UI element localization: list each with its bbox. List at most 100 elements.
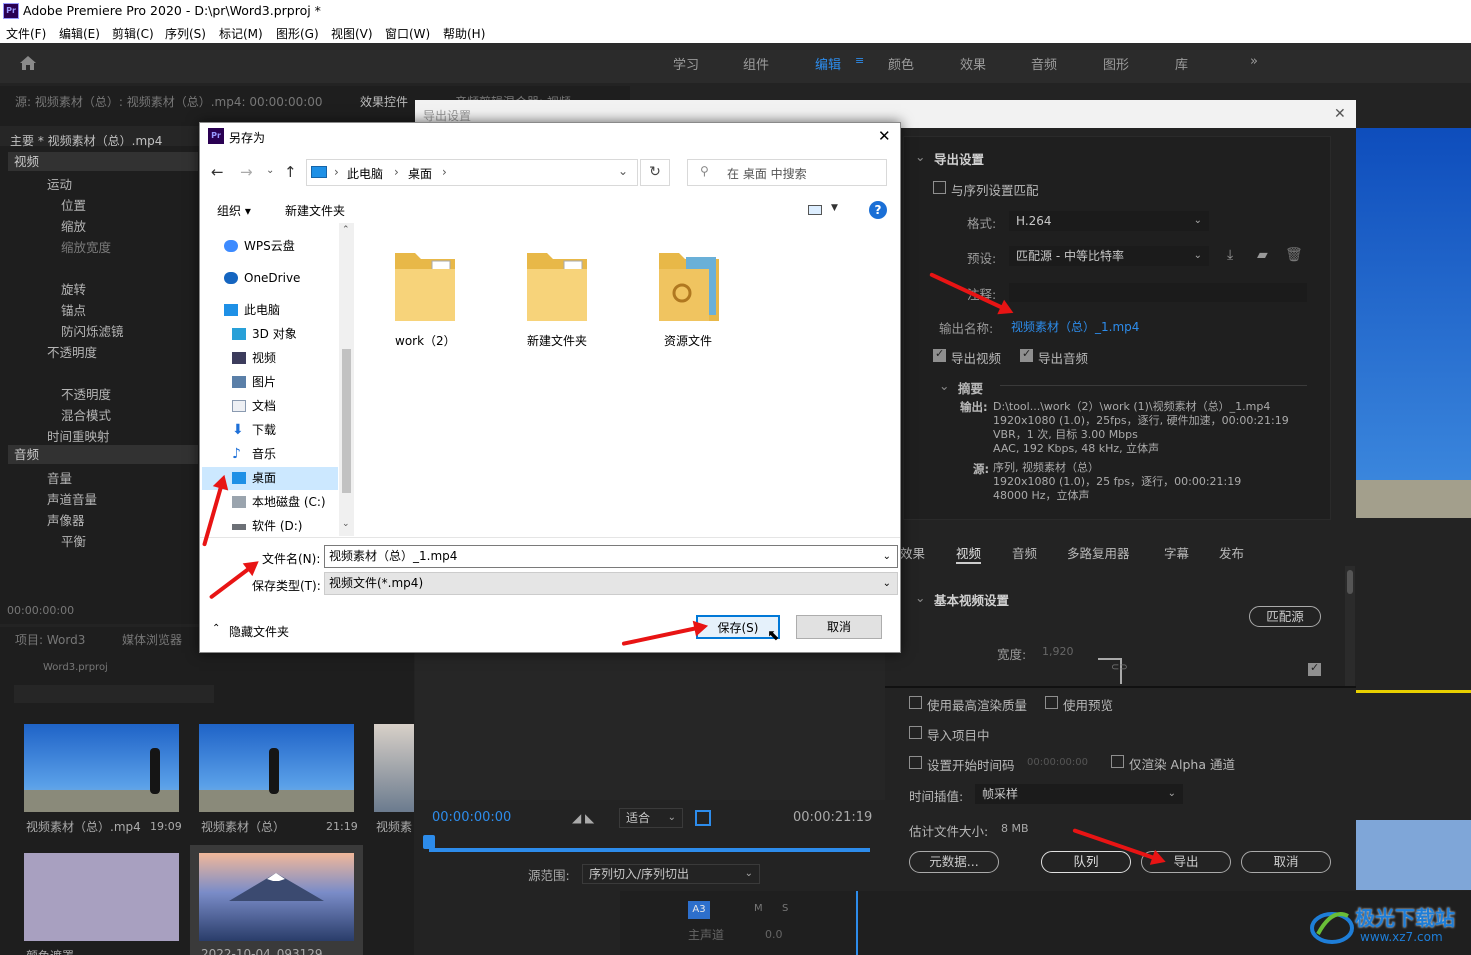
width-value[interactable]: 1,920 — [1042, 645, 1074, 658]
preset-dropdown[interactable]: 匹配源 - 中等比特率 ⌄ — [1009, 246, 1209, 266]
view-options-icon[interactable] — [808, 205, 822, 215]
export-playhead-handle[interactable] — [423, 835, 435, 849]
tab-effects[interactable]: 效果 — [900, 543, 925, 562]
export-audio-checkbox[interactable] — [1020, 347, 1033, 362]
refresh-icon[interactable]: ↻ — [640, 159, 670, 186]
effect-anti-flicker[interactable]: 防闪烁滤镜 — [61, 321, 124, 340]
export-timecode-start[interactable]: 00:00:00:00 — [432, 810, 511, 825]
match-sequence-checkbox[interactable] — [933, 181, 946, 194]
format-dropdown[interactable]: H.264 ⌄ — [1009, 211, 1209, 231]
new-folder-button[interactable]: 新建文件夹 — [285, 202, 345, 219]
address-dropdown-icon[interactable]: ⌄ — [618, 164, 628, 178]
tab-video[interactable]: 视频 — [956, 543, 982, 564]
match-source-button[interactable]: 匹配源 — [1249, 606, 1321, 627]
queue-button[interactable]: 队列 — [1041, 851, 1131, 873]
menu-clip[interactable]: 剪辑(C) — [112, 25, 154, 42]
hide-folders-toggle[interactable]: 隐藏文件夹 — [229, 623, 289, 640]
folder-name[interactable]: work（2） — [395, 332, 456, 349]
nav-software-d[interactable]: 软件 (D:) — [202, 515, 338, 538]
folder-icon[interactable] — [524, 245, 590, 323]
project-thumb-4[interactable] — [24, 853, 179, 941]
tab-publish[interactable]: 发布 — [1219, 543, 1244, 562]
clip-selector[interactable]: 主要 * 视频素材（总）.mp4 — [10, 132, 162, 149]
search-input[interactable]: ⚲ 在 桌面 中搜索 — [687, 159, 887, 186]
organize-menu[interactable]: 组织 ▾ — [217, 202, 251, 219]
menu-window[interactable]: 窗口(W) — [385, 25, 430, 42]
effect-panner[interactable]: 声像器 — [47, 510, 85, 529]
playhead[interactable] — [856, 891, 858, 955]
summary-collapse-icon[interactable]: ⌄ — [939, 378, 949, 393]
cancel-button[interactable]: 取消 — [796, 615, 882, 639]
folder-name[interactable]: 新建文件夹 — [527, 332, 587, 349]
folder-name[interactable]: 资源文件 — [664, 332, 712, 349]
folder-icon[interactable] — [392, 245, 458, 323]
effect-opacity[interactable]: 不透明度 — [47, 342, 97, 361]
nav-pictures[interactable]: 图片 — [202, 371, 338, 394]
nav-videos[interactable]: 视频 — [202, 347, 338, 370]
view-dropdown-icon[interactable]: ▼ — [831, 203, 838, 213]
tab-audio[interactable]: 音频 — [1012, 543, 1037, 562]
project-search-input[interactable] — [14, 685, 214, 703]
effect-scale[interactable]: 缩放 — [61, 216, 86, 235]
hide-folders-icon[interactable]: ⌃ — [212, 623, 220, 634]
link-icon[interactable]: ⊂⊃ — [1111, 662, 1128, 673]
menu-file[interactable]: 文件(F) — [6, 25, 46, 42]
effect-position[interactable]: 位置 — [61, 195, 86, 214]
metadata-button[interactable]: 元数据... — [909, 851, 999, 873]
project-thumb-5[interactable] — [199, 853, 354, 941]
nav-downloads[interactable]: ⬇ 下载 — [202, 419, 338, 442]
import-into-project-checkbox[interactable] — [909, 726, 922, 739]
max-render-quality-checkbox[interactable] — [909, 696, 922, 709]
breadcrumb-this-pc[interactable]: 此电脑 — [347, 165, 383, 182]
effect-blend-mode[interactable]: 混合模式 — [61, 405, 111, 424]
home-icon[interactable] — [19, 55, 37, 71]
crop-icon[interactable] — [695, 810, 711, 826]
menu-marker[interactable]: 标记(M) — [219, 25, 263, 42]
time-interpolation-dropdown[interactable]: 帧采样 ⌄ — [975, 784, 1183, 804]
export-range-bar[interactable] — [429, 848, 870, 852]
menu-graphics[interactable]: 图形(G) — [276, 25, 319, 42]
effect-anchor-point[interactable]: 锚点 — [61, 300, 86, 319]
project-thumb-3[interactable] — [374, 724, 414, 812]
menu-view[interactable]: 视图(V) — [331, 25, 373, 42]
effect-balance[interactable]: 平衡 — [61, 531, 86, 550]
nav-wps-cloud[interactable]: WPS云盘 — [202, 235, 338, 258]
menu-help[interactable]: 帮助(H) — [443, 25, 485, 42]
workspace-tab-assembly[interactable]: 组件 — [743, 54, 769, 73]
use-previews-checkbox[interactable] — [1045, 696, 1058, 709]
tab-multiplexer[interactable]: 多路复用器 — [1067, 543, 1130, 562]
project-thumb-1[interactable] — [24, 724, 179, 812]
effect-rotation[interactable]: 旋转 — [61, 279, 86, 298]
source-panel-header[interactable]: 源: 视频素材（总）: 视频素材（总）.mp4: 00:00:00:00 — [15, 93, 323, 110]
workspace-tab-graphics[interactable]: 图形 — [1103, 54, 1129, 73]
back-arrow-icon[interactable]: ← — [211, 163, 224, 181]
forward-arrow-icon[interactable]: → — [240, 163, 253, 181]
width-match-checkbox[interactable] — [1308, 661, 1321, 676]
tab-media-browser[interactable]: 媒体浏览器 — [122, 631, 182, 648]
menu-edit[interactable]: 编辑(E) — [59, 25, 100, 42]
menu-sequence[interactable]: 序列(S) — [165, 25, 206, 42]
filetype-select[interactable]: 视频文件(*.mp4) ⌄ — [324, 572, 898, 595]
fit-dropdown[interactable]: 适合 ⌄ — [619, 808, 683, 828]
tab-effect-controls[interactable]: 效果控件 — [360, 93, 408, 110]
basic-video-collapse-icon[interactable]: ⌄ — [915, 590, 925, 605]
workspace-menu-icon[interactable]: ≡ — [855, 54, 864, 67]
set-start-timecode-checkbox[interactable] — [909, 756, 922, 769]
section-collapse-icon[interactable]: ⌄ — [915, 149, 925, 164]
set-in-point-icon[interactable]: ◢ ◣ — [572, 811, 594, 825]
export-video-checkbox[interactable] — [933, 347, 946, 362]
address-bar[interactable]: › 此电脑 › 桌面 › ⌄ — [306, 159, 638, 186]
filename-input[interactable]: 视频素材（总）_1.mp4 ⌄ — [324, 545, 898, 568]
effect-volume[interactable]: 音量 — [47, 468, 72, 487]
recent-locations-icon[interactable]: ⌄ — [266, 165, 274, 176]
track-mute-button[interactable]: M — [754, 903, 763, 914]
delete-preset-icon[interactable]: 🗑 — [1285, 247, 1303, 263]
folder-icon[interactable] — [656, 245, 722, 323]
nav-this-pc[interactable]: 此电脑 — [202, 299, 338, 322]
workspace-tab-learn[interactable]: 学习 — [673, 54, 699, 73]
workspace-tab-libraries[interactable]: 库 — [1175, 54, 1188, 73]
save-preset-icon[interactable]: ⤓ — [1227, 247, 1233, 263]
effect-scale-width[interactable]: 缩放宽度 — [61, 237, 111, 256]
workspace-tab-effects[interactable]: 效果 — [960, 54, 986, 73]
render-alpha-checkbox[interactable] — [1111, 755, 1124, 768]
